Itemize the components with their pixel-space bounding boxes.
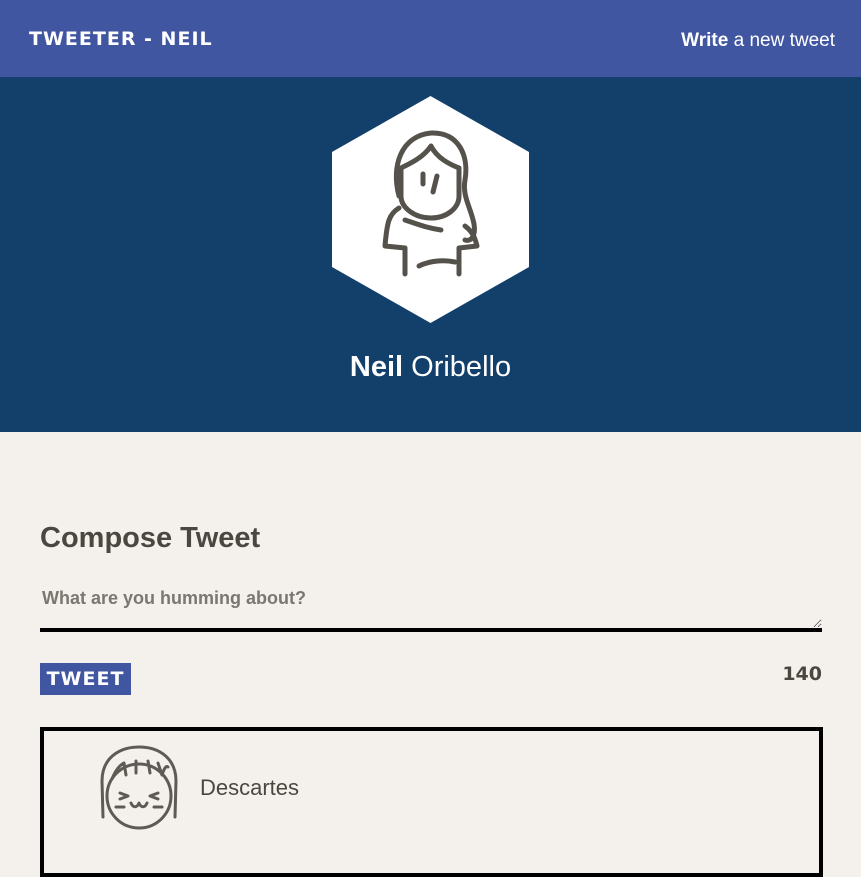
top-nav: TWEETER - NEIL Write a new tweet <box>0 0 861 77</box>
character-counter: 140 <box>782 663 822 685</box>
profile-avatar <box>332 96 529 323</box>
write-link-rest: a new tweet <box>728 30 835 51</box>
tweet-card: Descartes <box>40 727 823 877</box>
tweet-button[interactable]: TWEET <box>40 663 131 695</box>
profile-header: Neil Oribello <box>0 77 861 432</box>
tweet-author-name[interactable]: Descartes <box>200 775 299 801</box>
write-new-tweet-link[interactable]: Write a new tweet <box>681 30 835 52</box>
profile-last-name: Oribello <box>403 351 512 383</box>
write-link-strong: Write <box>681 30 729 51</box>
smiling-avatar-icon <box>100 745 178 830</box>
brand-title[interactable]: TWEETER - NEIL <box>29 28 213 50</box>
tweet-input[interactable] <box>40 580 822 632</box>
profile-name: Neil Oribello <box>0 351 861 384</box>
profile-first-name: Neil <box>349 351 404 383</box>
compose-title: Compose Tweet <box>40 522 261 554</box>
